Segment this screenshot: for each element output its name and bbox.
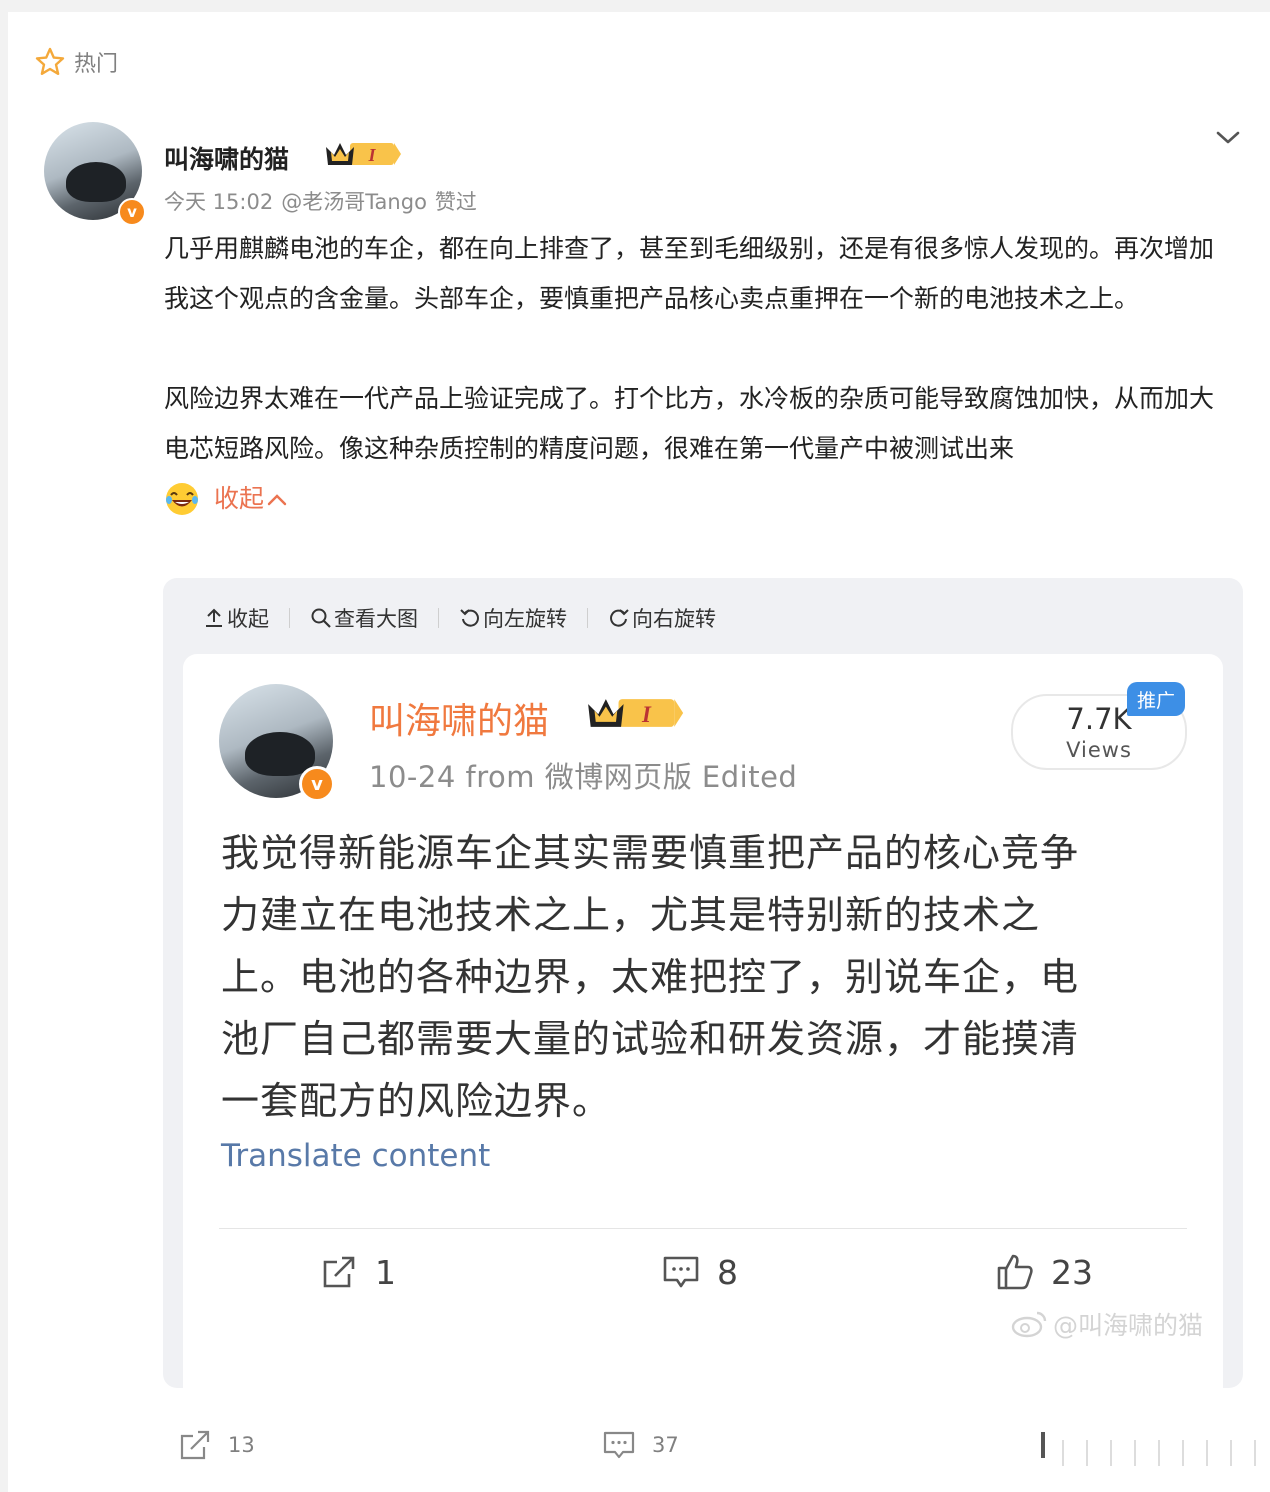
- embedded-verified-badge-icon: v: [299, 766, 335, 802]
- embedded-line: 力建立在电池技术之上，尤其是特别新的技术之: [221, 893, 1041, 937]
- like-button-icon[interactable]: [1038, 1432, 1268, 1468]
- embedded-actions: 1 8 23: [183, 1252, 1223, 1302]
- share-icon: [180, 1430, 210, 1460]
- embedded-screenshot[interactable]: v 叫海啸的猫 I 10-24 from 微博网页版 Edited 7.7K V…: [183, 654, 1223, 1388]
- thumbs-up-icon: [997, 1254, 1033, 1290]
- liked-by-user[interactable]: @老汤哥Tango: [281, 190, 427, 214]
- rotate-left-button[interactable]: 向左旋转: [459, 603, 567, 633]
- svg-text:I: I: [641, 702, 652, 727]
- embedded-likes: 23: [995, 1252, 1093, 1292]
- embedded-author-name: 叫海啸的猫: [369, 701, 550, 742]
- views-label: Views: [1066, 738, 1132, 762]
- search-icon: [311, 608, 331, 628]
- fold-link[interactable]: 收起: [214, 474, 288, 524]
- view-large-button[interactable]: 查看大图: [310, 603, 418, 633]
- rotate-left-icon: [460, 609, 479, 627]
- embedded-crown-badge-icon: I: [588, 699, 684, 727]
- weibo-logo-icon: [1011, 1311, 1047, 1338]
- hot-section-header: 热门: [34, 42, 118, 82]
- translate-link: Translate content: [221, 1138, 491, 1174]
- embedded-line: 池厂自己都需要大量的试验和研发资源，才能摸清: [221, 1017, 1080, 1061]
- post-body: 几乎用麒麟电池的车企，都在向上排查了，甚至到毛细级别，还是有很多惊人发现的。再次…: [164, 224, 1234, 524]
- comment-count: 37: [652, 1433, 679, 1457]
- svg-text:I: I: [367, 145, 376, 165]
- post-paragraph-2: 风险边界太难在一代产品上验证完成了。打个比方，水冷板的杂质可能导致腐蚀加快，从而…: [164, 384, 1215, 463]
- post-meta: 今天 15:02 @老汤哥Tango 赞过: [164, 186, 485, 216]
- embedded-text: 我觉得新能源车企其实需要慎重把产品的核心竞争 力建立在电池技术之上，尤其是特别新…: [221, 822, 1201, 1132]
- upload-arrow-icon: [206, 608, 222, 627]
- chevron-up-icon: [267, 494, 287, 506]
- repost-button[interactable]: 13: [178, 1428, 255, 1462]
- comment-icon: [663, 1256, 699, 1288]
- verified-badge-icon: v: [118, 198, 146, 226]
- star-icon: [35, 47, 65, 75]
- crown-level-badge-icon[interactable]: I: [324, 139, 402, 169]
- image-toolbar: 收起 查看大图 向左旋转 向右旋转: [203, 600, 716, 636]
- embedded-line: 一套配方的风险边界。: [221, 1079, 612, 1123]
- hot-label: 热门: [74, 52, 119, 77]
- rotate-right-icon: [610, 609, 629, 627]
- chevron-down-icon[interactable]: [1212, 122, 1244, 154]
- embedded-line: 上。电池的各种边界，太难把控了，别说车企，电: [221, 955, 1080, 999]
- author-name[interactable]: 叫海啸的猫: [164, 140, 289, 176]
- divider: [219, 1228, 1187, 1229]
- liked-action: 赞过: [434, 190, 477, 214]
- embedded-line: 我觉得新能源车企其实需要慎重把产品的核心竞争: [221, 831, 1080, 875]
- share-icon: [323, 1256, 355, 1288]
- rotate-right-button[interactable]: 向右旋转: [608, 603, 716, 633]
- laugh-cry-emoji-icon: [166, 483, 198, 515]
- post-paragraph-1: 几乎用麒麟电池的车企，都在向上排查了，甚至到毛细级别，还是有很多惊人发现的。再次…: [164, 234, 1215, 313]
- embedded-meta: 10-24 from 微博网页版 Edited: [369, 760, 798, 794]
- embedded-comments: 8: [661, 1252, 738, 1292]
- weibo-watermark: @叫海啸的猫: [1009, 1306, 1203, 1342]
- feed-card: 热门 v 叫海啸的猫 I 今天 15:02 @老汤哥Tango 赞过 几乎用麒麟电池…: [8, 12, 1270, 1492]
- repost-count: 13: [228, 1433, 255, 1457]
- promo-tag: 推广: [1127, 682, 1185, 716]
- embedded-repost: 1: [319, 1252, 396, 1292]
- comment-button[interactable]: 37: [602, 1428, 679, 1462]
- image-collapse-button[interactable]: 收起: [203, 603, 269, 633]
- image-viewer: 收起 查看大图 向左旋转 向右旋转 v 叫海啸的猫 I 10-24 from 微…: [163, 578, 1243, 1388]
- comment-icon: [603, 1431, 635, 1459]
- post-time[interactable]: 今天 15:02: [164, 190, 273, 214]
